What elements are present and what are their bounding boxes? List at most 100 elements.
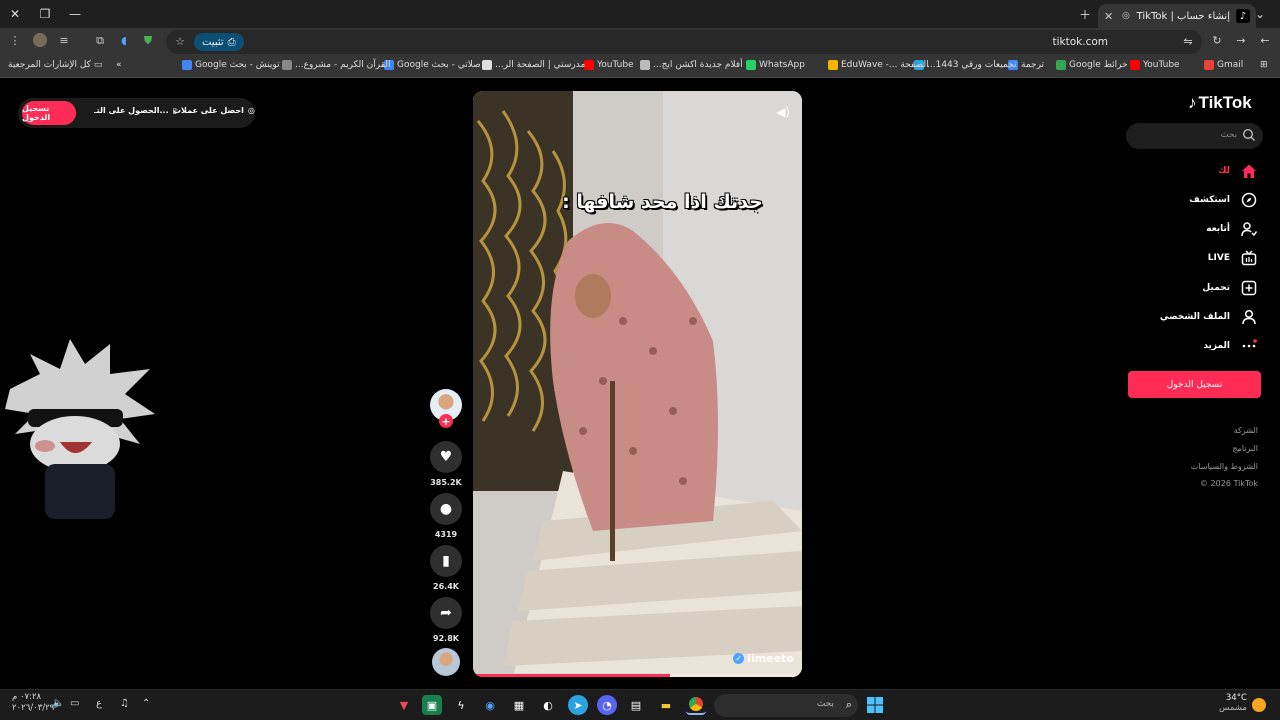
- chrome-icon[interactable]: [686, 695, 706, 715]
- install-app-button[interactable]: تثبيت ⎙: [194, 33, 244, 51]
- bookmark-item[interactable]: YouTube: [1130, 60, 1180, 70]
- sidebar-item-home[interactable]: لك: [1218, 161, 1258, 181]
- tray-overflow-icon[interactable]: ⌃: [142, 698, 150, 709]
- bookmark-favicon-icon: [828, 60, 838, 70]
- sidebar-item-upload[interactable]: تحميل: [1202, 278, 1258, 298]
- video-player[interactable]: جدتك اذا محد شافها : ◀) ✓ iimeeto: [473, 91, 802, 677]
- weather-widget[interactable]: 34°C مشمس: [1219, 693, 1247, 713]
- bookmark-item[interactable]: توينش - بحث Google: [182, 60, 280, 70]
- sidebar-item-label: لك: [1218, 166, 1230, 176]
- url-text: tiktok.com: [1052, 36, 1109, 48]
- tab-tiktok[interactable]: ✕ ◎ إنشاء حساب | TikTok ♪: [1098, 4, 1256, 28]
- app-icon-3[interactable]: ϟ: [451, 695, 471, 715]
- bookmark-item[interactable]: القرآن الكريم - مشروع...: [282, 60, 391, 70]
- tab-close-icon[interactable]: ✕: [1104, 10, 1116, 23]
- comment-icon: ●: [439, 501, 453, 517]
- translate-extension-icon[interactable]: ◖: [116, 34, 132, 47]
- get-coins-button[interactable]: احصل على عملات ◎: [173, 106, 255, 115]
- bookmark-label: WhatsApp: [759, 60, 805, 70]
- back-icon[interactable]: ←: [1257, 34, 1273, 47]
- bookmark-item[interactable]: مدرستي | الصفحة الر...: [482, 60, 585, 70]
- upload-icon: [1240, 279, 1258, 297]
- volume-icon[interactable]: 🔈: [52, 698, 64, 709]
- heart-icon: ♥: [439, 449, 453, 465]
- window-minimize-icon[interactable]: —: [60, 0, 90, 28]
- start-icon[interactable]: [865, 695, 885, 715]
- language-indicator[interactable]: ع: [96, 698, 102, 709]
- bookmark-item[interactable]: YouTube: [584, 60, 634, 70]
- like-button[interactable]: ♥: [430, 441, 462, 473]
- footer-link[interactable]: البرنامج: [1232, 444, 1258, 453]
- app-icon-1[interactable]: ▼: [394, 695, 414, 715]
- anime-mascot-illustration: [5, 339, 155, 519]
- home-icon: [1240, 162, 1258, 180]
- share-count: 92.8K: [433, 634, 459, 643]
- bookmark-item[interactable]: الصفحة ...- EduWave: [828, 60, 929, 70]
- tab-title: إنشاء حساب | TikTok: [1136, 10, 1230, 22]
- video-progress-bar[interactable]: [473, 674, 802, 677]
- share-button[interactable]: ➦: [430, 597, 462, 629]
- tiktok-logo[interactable]: ♪ TikTok: [1188, 93, 1252, 113]
- app-icon-5[interactable]: ▦: [509, 695, 529, 715]
- clock[interactable]: ٠٧:٢٨ م ٢٠٢٦/٠٣/٢٩: [12, 692, 54, 714]
- search-input[interactable]: بحث: [1126, 123, 1263, 149]
- sidebar-item-following[interactable]: أتابعه: [1206, 219, 1258, 239]
- bookmark-item[interactable]: Gmail: [1204, 60, 1243, 70]
- bookmark-item[interactable]: WhatsApp: [746, 60, 805, 70]
- sidebar-item-live[interactable]: LIVE: [1208, 248, 1258, 268]
- bookmark-star-icon[interactable]: ☆: [172, 35, 188, 48]
- shield-icon[interactable]: ⛊: [140, 34, 156, 48]
- bookmarks-overflow-icon[interactable]: »: [116, 60, 122, 70]
- get-app-button[interactable]: الحصول على التـ... ▯: [94, 106, 177, 115]
- bookmark-item[interactable]: صلاتي - بحث Google: [384, 60, 481, 70]
- bookmark-favicon-icon: [746, 60, 756, 70]
- apps-grid-icon[interactable]: ⊞: [1260, 60, 1268, 70]
- microphone-icon[interactable]: ♫: [120, 698, 129, 709]
- save-button[interactable]: ▮: [430, 545, 462, 577]
- edge-icon[interactable]: ◉: [480, 695, 500, 715]
- reload-icon[interactable]: ↻: [1209, 34, 1225, 47]
- bookmarks-bar: ▭ كل الإشارات المرجعية » Gmail YouTube خرا…: [0, 56, 1280, 78]
- comment-button[interactable]: ●: [430, 493, 462, 525]
- taskbar-search-input[interactable]: بحث ⌕: [714, 694, 858, 717]
- tab-audio-icon[interactable]: ◎: [1122, 11, 1130, 21]
- extensions-icon[interactable]: ⧉: [92, 34, 108, 48]
- window-close-icon[interactable]: ✕: [0, 0, 30, 28]
- search-icon[interactable]: [1242, 128, 1256, 142]
- media-control-icon[interactable]: ≡: [56, 34, 72, 47]
- network-icon[interactable]: ▭: [70, 698, 79, 709]
- profile-avatar[interactable]: [32, 33, 48, 50]
- clock-date: ٢٠٢٦/٠٣/٢٩: [12, 703, 55, 713]
- app-icon-2[interactable]: ▣: [422, 695, 442, 715]
- more-icon: [1240, 337, 1258, 355]
- window-restore-icon[interactable]: ❐: [30, 0, 60, 28]
- music-disc-avatar[interactable]: [432, 648, 460, 676]
- site-settings-icon[interactable]: ⇋: [1180, 35, 1196, 48]
- telegram-icon[interactable]: ➤: [568, 695, 588, 715]
- address-bar[interactable]: ☆ تثبيت ⎙ tiktok.com ⇋: [166, 30, 1202, 54]
- top-login-button[interactable]: تسجيل الدخول: [22, 101, 76, 125]
- follow-plus-icon[interactable]: +: [439, 414, 453, 428]
- sidebar-login-button[interactable]: تسجيل الدخول: [1128, 371, 1261, 398]
- bookmark-item[interactable]: أفلام جديدة اكشن ايج...: [640, 60, 743, 70]
- mute-icon[interactable]: ◀): [776, 105, 790, 119]
- bookmark-favicon-icon: [1056, 60, 1066, 70]
- sidebar-item-more[interactable]: المزيد: [1203, 336, 1258, 356]
- discord-icon[interactable]: ◔: [597, 695, 617, 715]
- footer-link[interactable]: الشروط والسياسات: [1191, 462, 1258, 471]
- sidebar-item-profile[interactable]: الملف الشخصي: [1160, 307, 1258, 327]
- bookmark-item[interactable]: تجميعات ورقي 1443...: [914, 60, 1017, 70]
- forward-icon[interactable]: →: [1233, 34, 1249, 47]
- new-tab-icon[interactable]: ＋: [1070, 0, 1100, 28]
- app-icon-6[interactable]: ◐: [538, 695, 558, 715]
- file-explorer-icon[interactable]: ▬: [656, 695, 676, 715]
- sidebar-item-compass[interactable]: استكشف: [1189, 190, 1258, 210]
- footer-link[interactable]: الشركة: [1234, 426, 1258, 435]
- footer-link: © 2026 TikTok: [1200, 479, 1258, 488]
- bookmark-item[interactable]: خرائط Google: [1056, 60, 1128, 70]
- menu-kebab-icon[interactable]: ⋮: [7, 34, 23, 47]
- store-icon[interactable]: ▤: [626, 695, 646, 715]
- comment-count: 4319: [434, 530, 458, 539]
- all-bookmarks-folder[interactable]: ▭ كل الإشارات المرجعية: [8, 60, 102, 70]
- windows-taskbar: ٠٧:٢٨ م ٢٠٢٦/٠٣/٢٩ 🔈 ▭ ع ♫ ⌃ ▼ ▣ ϟ ◉ ▦ ◐…: [0, 689, 1280, 720]
